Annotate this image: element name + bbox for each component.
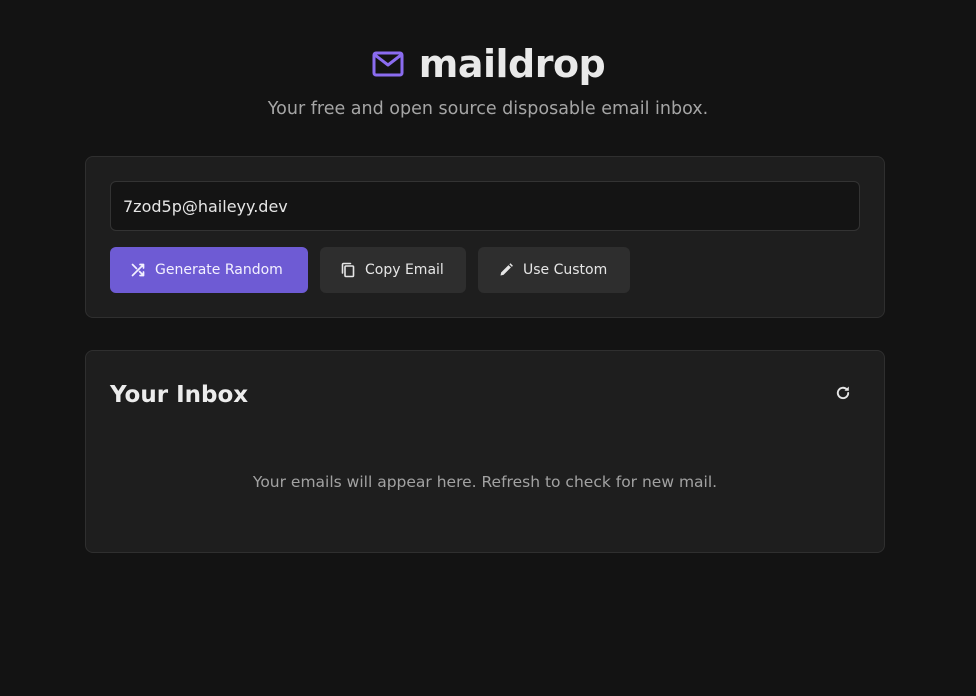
header: maildrop Your free and open source dispo… (0, 40, 976, 120)
copy-email-button[interactable]: Copy Email (320, 247, 466, 293)
email-card: Generate Random Copy Email (85, 156, 885, 318)
generate-random-button[interactable]: Generate Random (110, 247, 308, 293)
generate-random-label: Generate Random (155, 262, 283, 278)
refresh-button[interactable] (826, 379, 860, 409)
use-custom-button[interactable]: Use Custom (478, 247, 630, 293)
app-root: maildrop Your free and open source dispo… (0, 0, 976, 696)
email-actions: Generate Random Copy Email Use Custom (110, 247, 642, 293)
tagline: Your free and open source disposable ema… (267, 99, 709, 119)
use-custom-label: Use Custom (523, 262, 608, 278)
inbox-title: Your Inbox (110, 382, 249, 408)
copy-email-label: Copy Email (365, 262, 444, 278)
inbox-empty-message: Your emails will appear here. Refresh to… (252, 473, 718, 491)
brand: maildrop (371, 40, 606, 88)
email-address-input[interactable] (110, 181, 860, 231)
shuffle-icon (130, 262, 146, 278)
app-title: maildrop (418, 42, 606, 86)
refresh-icon (835, 385, 851, 404)
inbox-card: Your Inbox Your emails will appear here.… (85, 350, 885, 553)
pencil-icon (498, 262, 514, 278)
mail-icon (371, 47, 405, 81)
copy-icon (340, 262, 356, 278)
